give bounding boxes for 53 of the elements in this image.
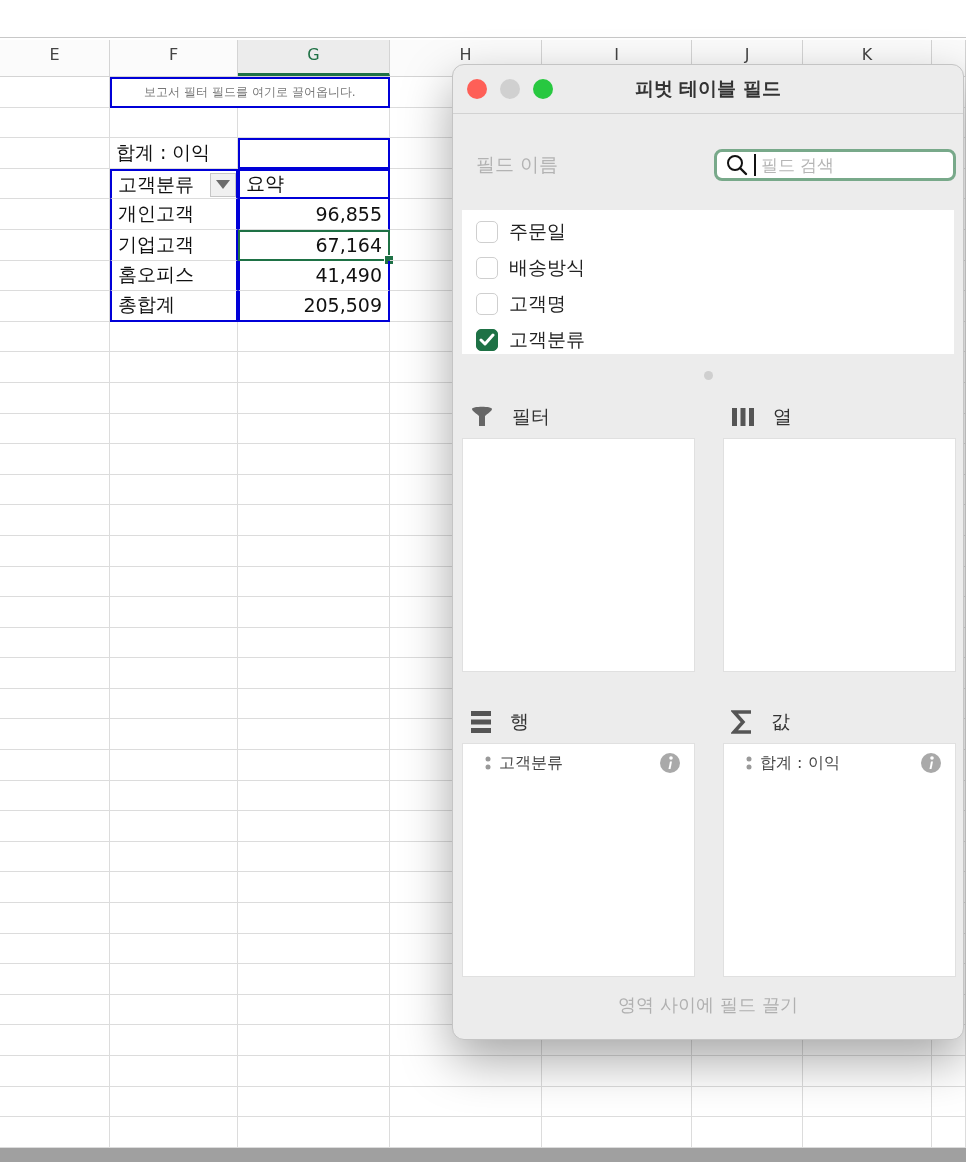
- sigma-icon: [731, 709, 753, 735]
- window-title: 피벗 테이블 필드: [634, 76, 782, 101]
- table-cell: 205,509: [238, 291, 390, 322]
- area-label: 필터: [512, 404, 550, 429]
- columns-icon: [731, 406, 755, 428]
- drop-area[interactable]: [723, 438, 956, 672]
- area-label: 행: [510, 709, 529, 734]
- field-label[interactable]: 고객분류: [509, 327, 585, 353]
- drag-handle-icon: [746, 756, 752, 770]
- field-name-label: 필드 이름: [476, 152, 559, 177]
- caret-icon: [216, 180, 230, 190]
- table-cell: [932, 1056, 966, 1087]
- resize-handle[interactable]: [703, 370, 713, 380]
- drop-area[interactable]: 고객분류: [462, 743, 695, 977]
- checkbox[interactable]: [476, 329, 498, 351]
- table-cell: 41,490: [238, 260, 390, 292]
- table-cell: [932, 1117, 966, 1148]
- table-cell: 기업고객: [110, 229, 238, 261]
- area-label: 값: [771, 709, 790, 734]
- close-button[interactable]: [467, 79, 487, 99]
- area-field-item[interactable]: 합계 : 이익: [724, 752, 955, 774]
- info-icon[interactable]: [921, 753, 941, 773]
- rows-icon: [470, 710, 492, 734]
- field-label[interactable]: 주문일: [509, 219, 566, 245]
- zoom-button[interactable]: [533, 79, 553, 99]
- column-header[interactable]: F: [110, 40, 238, 76]
- minimize-button[interactable]: [500, 79, 520, 99]
- table-cell: 총합계: [110, 291, 238, 322]
- fill-handle[interactable]: [384, 254, 394, 265]
- drop-area[interactable]: 합계 : 이익: [723, 743, 956, 977]
- area-field-item[interactable]: 고객분류: [463, 752, 694, 774]
- table-cell: 요약: [238, 168, 390, 200]
- table-cell: 홈오피스: [110, 260, 238, 292]
- column-header[interactable]: E: [0, 40, 110, 76]
- drag-hint: 영역 사이에 필드 끌기: [617, 993, 799, 1017]
- drop-area[interactable]: [462, 438, 695, 672]
- drop-hint: 보고서 필터 필드를 여기로 끌어옵니다.: [110, 77, 390, 108]
- search-field[interactable]: 필드 검색: [714, 149, 956, 181]
- table-cell-text: 고객분류: [118, 171, 195, 197]
- field-label[interactable]: 배송방식: [509, 255, 585, 281]
- table-cell: 개인고객: [110, 199, 238, 230]
- drag-handle-icon: [485, 756, 491, 770]
- field-label[interactable]: 고객명: [509, 291, 566, 317]
- dropdown-button[interactable]: [210, 172, 236, 197]
- text-cursor: [754, 154, 756, 176]
- table-cell: 합계 : 이익: [110, 138, 238, 169]
- column-header[interactable]: G: [238, 40, 390, 76]
- area-label: 열: [773, 404, 792, 429]
- search-icon: [726, 154, 748, 176]
- funnel-icon: [470, 405, 494, 429]
- table-cell: [932, 1086, 966, 1118]
- table-cell: 96,855: [238, 199, 390, 230]
- info-icon[interactable]: [660, 753, 680, 773]
